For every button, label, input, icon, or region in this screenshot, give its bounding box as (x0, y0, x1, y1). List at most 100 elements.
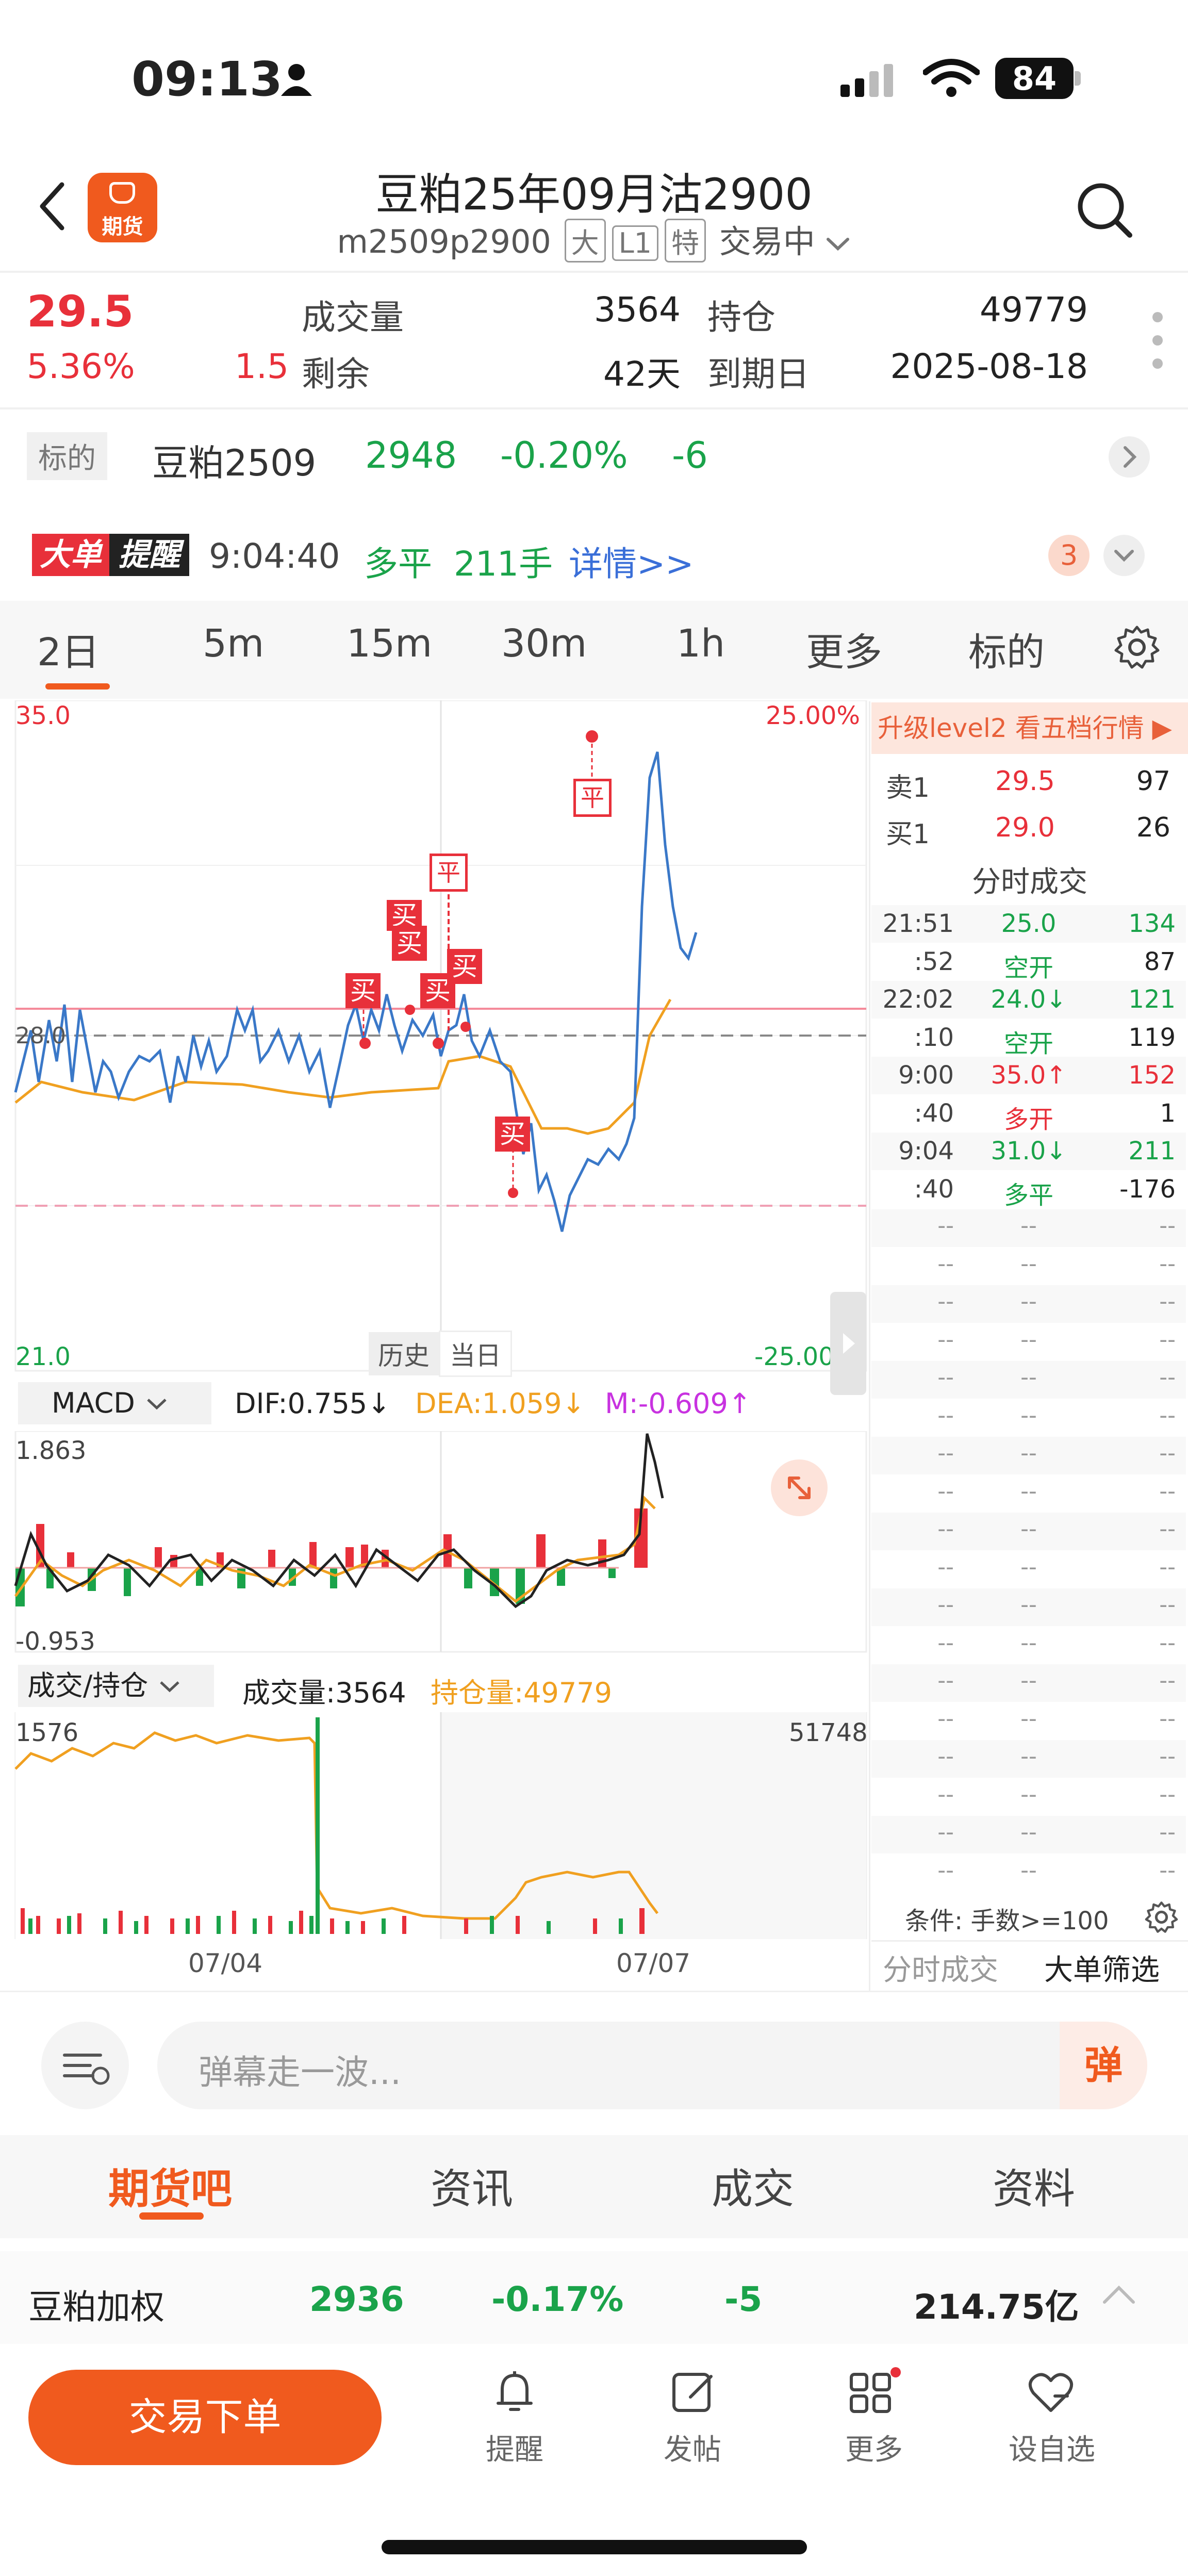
empty-cell: -- (1159, 1667, 1176, 1694)
macd-chart[interactable] (0, 1430, 869, 1653)
tab-30m[interactable]: 30m (501, 621, 587, 666)
tick-row-empty: -- -- -- (871, 1626, 1186, 1664)
empty-cell: -- (937, 1212, 954, 1239)
trade-order-button[interactable]: 交易下单 (28, 2370, 382, 2465)
alert-time: 9:04:40 (209, 536, 340, 576)
tab-trades[interactable]: 成交 (712, 2156, 794, 2216)
tick-time: 9:00 (898, 1061, 954, 1090)
tab-2day[interactable]: 2日 (37, 621, 100, 677)
battery-level: 84 (1012, 60, 1057, 97)
tick-volume: -176 (1119, 1174, 1176, 1204)
tick-price: 多平 (1003, 1180, 1053, 1210)
nav-post-label[interactable]: 发帖 (641, 2426, 744, 2468)
tick-row-empty: -- -- -- (871, 1740, 1186, 1778)
wifi-icon (922, 58, 980, 101)
volume-chart[interactable] (0, 1711, 869, 1940)
empty-cell: -- (1159, 1212, 1176, 1239)
upgrade-level2-banner[interactable]: 升级level2 看五档行情 ▶ (871, 702, 1188, 754)
empty-cell: -- (937, 1667, 954, 1694)
contract-line[interactable]: m2509p2900 大 L1 特 交易中 (0, 216, 1188, 262)
empty-cell: -- (1020, 1364, 1037, 1390)
underlying-name: 豆粕2509 (152, 442, 317, 484)
tab-futures-forum[interactable]: 期货吧 (108, 2156, 232, 2216)
empty-cell: -- (1020, 1743, 1037, 1769)
chevron-down-icon[interactable] (1103, 535, 1145, 576)
macd-dif: DIF:0.755↓ (235, 1387, 391, 1420)
weighted-index-bar[interactable]: 豆粕加权 2936 -0.17% -5 214.75亿 (0, 2251, 1188, 2344)
tab-big-order-filter[interactable]: 大单筛选 (1044, 1947, 1160, 1989)
remain-label: 剩余 (302, 354, 370, 394)
tab-1h[interactable]: 1h (676, 621, 725, 666)
empty-cell: -- (937, 1440, 954, 1466)
chevron-up-icon[interactable] (1098, 2279, 1140, 2312)
empty-cell: -- (937, 1516, 954, 1542)
empty-cell: -- (1159, 1705, 1176, 1732)
trade-marker-close[interactable]: 平 (430, 854, 468, 892)
macd-dea: DEA:1.059↓ (415, 1387, 585, 1420)
tick-row: 22:02 24.0↓ 121 (871, 981, 1186, 1019)
trade-marker-buy[interactable]: 买 (447, 949, 482, 984)
empty-cell: -- (937, 1364, 954, 1390)
tab-info[interactable]: 资料 (993, 2156, 1075, 2216)
alert-detail-link[interactable]: 详情>> (569, 536, 694, 586)
history-toggle[interactable]: 历史 当日 (369, 1331, 512, 1377)
empty-cell: -- (1020, 1857, 1037, 1883)
tick-row-empty: -- -- -- (871, 1361, 1186, 1399)
expand-icon[interactable] (771, 1459, 828, 1516)
big-order-alert[interactable]: 大单 提醒 9:04:40 多平 211手 详情>> 3 (0, 516, 1188, 593)
empty-cell: -- (1159, 1516, 1176, 1542)
danmaku-placeholder: 弹幕走一波... (199, 2053, 401, 2092)
bell-icon[interactable] (490, 2367, 539, 2419)
empty-cell: -- (1020, 1819, 1037, 1845)
contract-code: m2509p2900 (337, 223, 551, 260)
danmaku-input[interactable]: 弹幕走一波... 弹 (157, 2022, 1147, 2109)
tick-time: :52 (914, 947, 954, 976)
tag-l1: L1 (612, 225, 659, 261)
underlying-chg: -6 (672, 434, 708, 477)
underlying-row[interactable]: 标的 豆粕2509 2948 -0.20% -6 (0, 413, 1188, 498)
gear-icon[interactable] (1145, 1900, 1178, 1936)
search-icon[interactable] (1075, 181, 1134, 242)
empty-cell: -- (1159, 1364, 1176, 1390)
nav-watchlist-label[interactable]: 设自选 (1000, 2426, 1103, 2468)
nav-more-label[interactable]: 更多 (822, 2426, 926, 2468)
empty-cell: -- (937, 1857, 954, 1883)
volume-total: 成交量:3564 (242, 1677, 406, 1709)
chart-side-handle[interactable] (830, 1292, 866, 1395)
empty-cell: -- (937, 1402, 954, 1429)
volume-selector[interactable]: 成交/持仓 (18, 1665, 214, 1707)
today-button[interactable]: 当日 (439, 1331, 512, 1377)
tab-ticks[interactable]: 分时成交 (883, 1947, 998, 1989)
tab-more[interactable]: 更多 (806, 621, 882, 677)
history-button[interactable]: 历史 (369, 1332, 439, 1375)
tab-5m[interactable]: 5m (203, 621, 264, 666)
nav-remind-label[interactable]: 提醒 (463, 2426, 566, 2468)
tick-row-empty: -- -- -- (871, 1588, 1186, 1626)
empty-cell: -- (1020, 1667, 1037, 1694)
tick-time: :40 (914, 1098, 954, 1128)
trade-marker-close[interactable]: 平 (573, 779, 612, 817)
tick-row: :10 空开 119 (871, 1019, 1186, 1058)
danmaku-send-button[interactable]: 弹 (1060, 2022, 1147, 2109)
person-icon (278, 62, 315, 100)
edit-post-icon[interactable] (668, 2367, 717, 2419)
trade-marker-buy[interactable]: 买 (345, 973, 381, 1008)
tick-row-empty: -- -- -- (871, 1816, 1186, 1853)
grid-more-icon[interactable] (848, 2367, 905, 2419)
page-title: 豆粕25年09月沽2900 (375, 169, 813, 220)
tab-underlying[interactable]: 标的 (968, 621, 1045, 677)
tick-row-empty: -- -- -- (871, 1399, 1186, 1437)
trade-marker-buy[interactable]: 买 (392, 926, 427, 961)
macd-selector[interactable]: MACD (18, 1382, 211, 1424)
heart-add-icon[interactable] (1026, 2367, 1076, 2419)
tab-news[interactable]: 资讯 (431, 2156, 513, 2216)
gear-icon[interactable] (1114, 624, 1160, 672)
chevron-down-icon (144, 1384, 170, 1426)
main-chart[interactable] (0, 699, 869, 1373)
empty-cell: -- (1020, 1250, 1037, 1277)
tab-15m[interactable]: 15m (346, 621, 432, 666)
trade-marker-buy[interactable]: 买 (495, 1117, 530, 1152)
danmaku-toggle-icon[interactable] (41, 2022, 129, 2109)
tick-row-empty: -- -- -- (871, 1285, 1186, 1323)
more-vertical-icon[interactable] (1150, 309, 1165, 373)
